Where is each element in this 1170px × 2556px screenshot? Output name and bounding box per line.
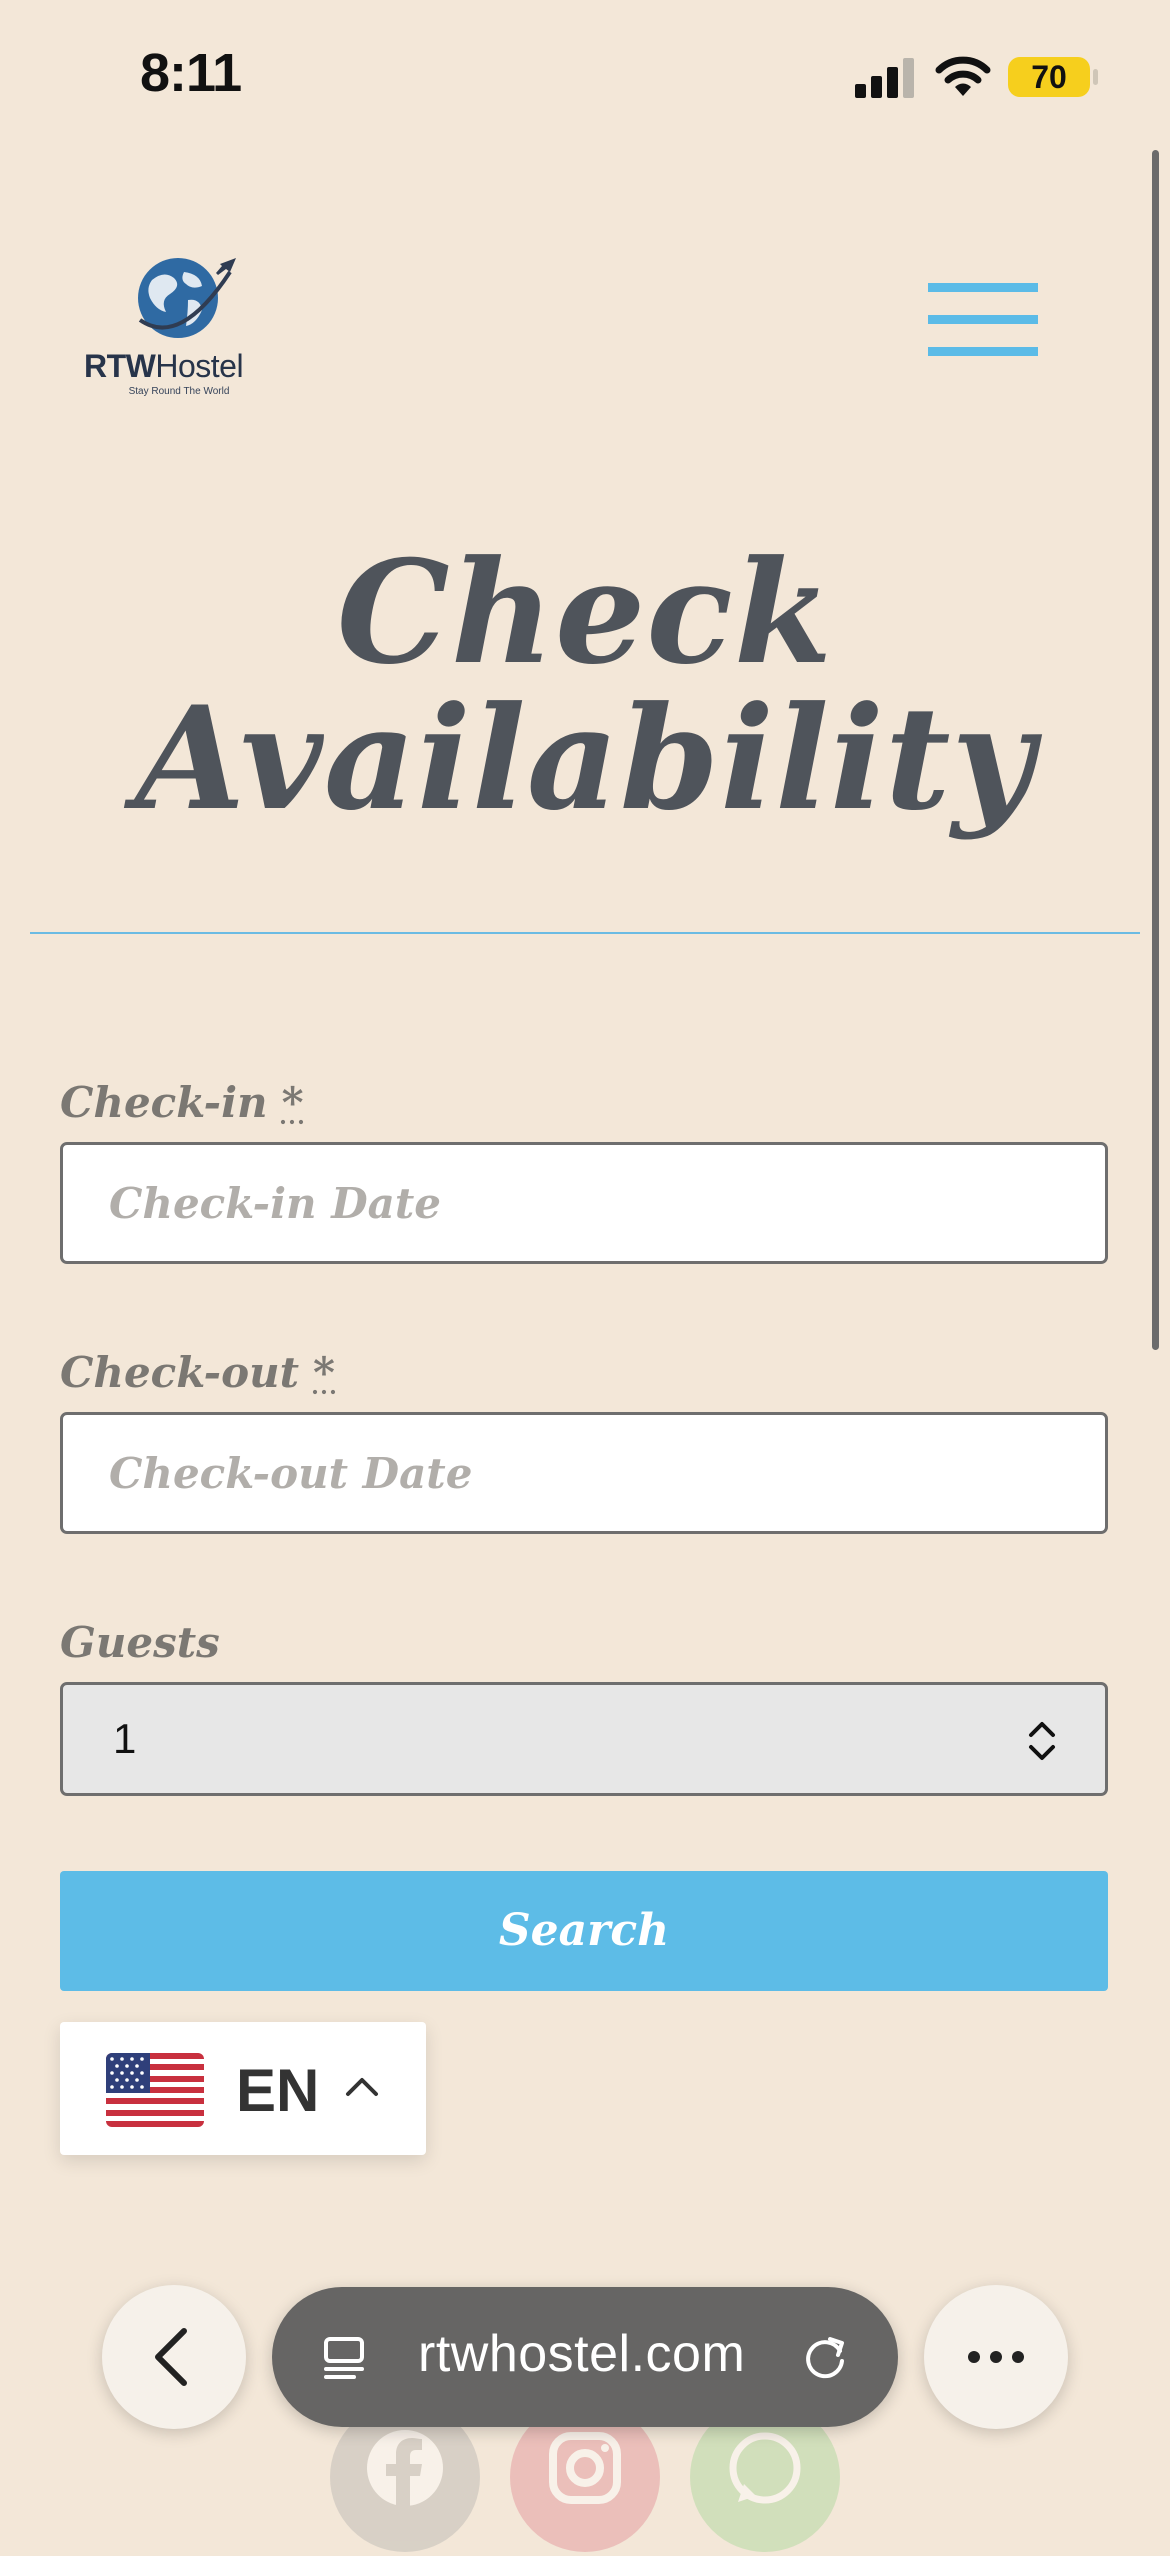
page-title: Check Availability	[134, 530, 1036, 842]
logo-wordmark: RTWHostel	[84, 348, 244, 384]
more-options-button[interactable]	[924, 2285, 1068, 2429]
checkout-date-field[interactable]	[60, 1412, 1108, 1534]
us-flag-icon	[106, 2053, 204, 2127]
language-switcher[interactable]: EN	[60, 2022, 426, 2155]
checkin-date-input[interactable]	[63, 1145, 1105, 1261]
required-marker: *	[281, 1078, 304, 1127]
guests-value: 1	[113, 1715, 137, 1762]
status-time: 8:11	[140, 43, 242, 103]
checkin-label: Check-in *	[60, 1078, 304, 1127]
chevron-left-icon	[155, 2328, 187, 2386]
ellipsis-icon	[968, 2351, 1024, 2363]
address-bar[interactable]: rtwhostel.com	[272, 2287, 898, 2427]
logo-tagline: Stay Round The World	[128, 386, 230, 397]
back-button[interactable]	[102, 2285, 246, 2429]
battery-level: 70	[1031, 59, 1067, 95]
language-code: EN	[236, 2057, 320, 2124]
required-marker: *	[313, 1348, 336, 1397]
guests-select[interactable]: 1	[60, 1682, 1108, 1796]
checkin-date-field[interactable]	[60, 1142, 1108, 1264]
checkout-date-input[interactable]	[63, 1415, 1105, 1531]
hamburger-menu-button[interactable]	[928, 283, 1038, 358]
search-button[interactable]: Search	[60, 1871, 1108, 1991]
reload-icon[interactable]	[800, 2331, 852, 2383]
title-divider	[30, 932, 1140, 934]
url-text[interactable]: rtwhostel.com	[418, 2324, 745, 2384]
guests-label: Guests	[60, 1618, 220, 1667]
chevron-up-icon	[346, 2078, 378, 2096]
wifi-icon	[935, 56, 991, 96]
cellular-signal-icon	[855, 56, 915, 98]
select-updown-icon	[1029, 1722, 1055, 1760]
checkout-label: Check-out *	[60, 1348, 336, 1397]
reader-mode-icon[interactable]	[318, 2331, 370, 2383]
battery-indicator: 70	[1008, 57, 1098, 97]
